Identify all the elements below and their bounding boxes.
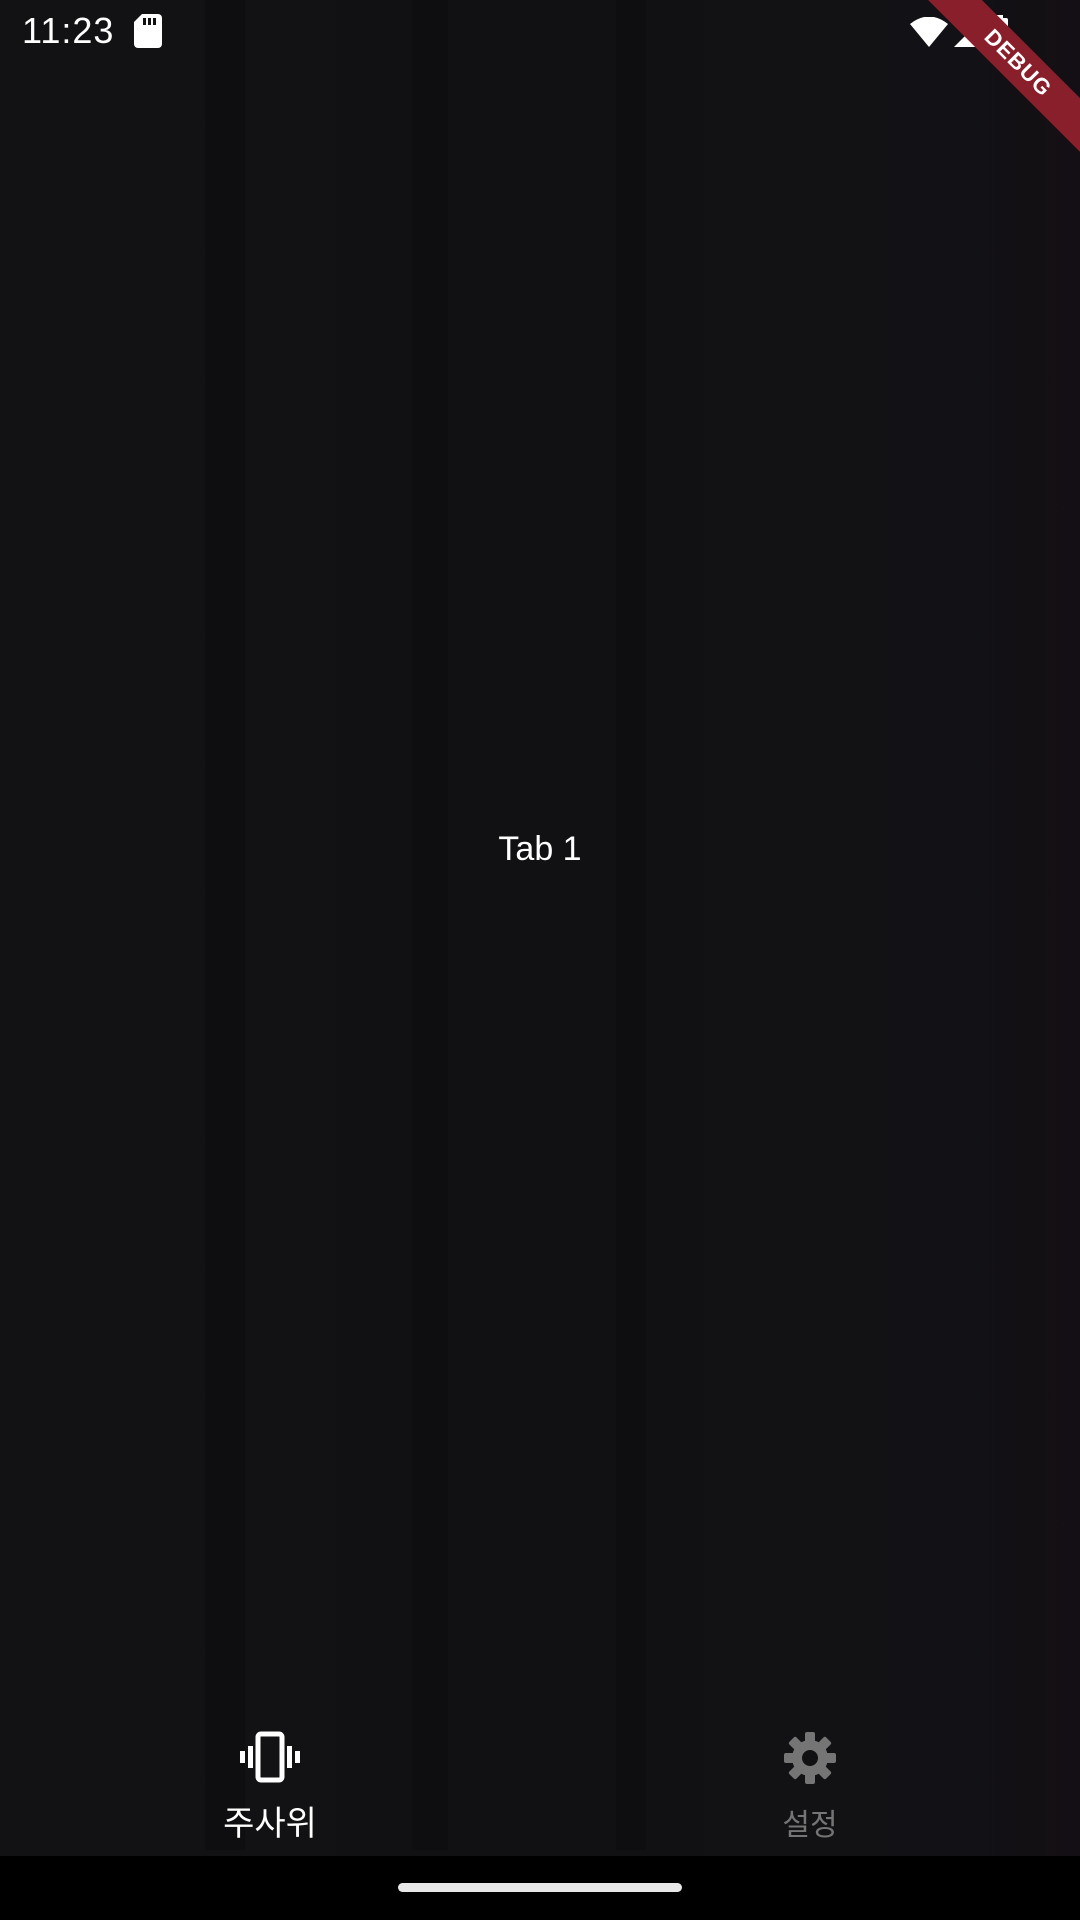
- bottom-navigation-bar: 주사위 설정: [0, 1710, 1080, 1850]
- tab-content-text: Tab 1: [498, 830, 582, 868]
- background-band: [205, 0, 245, 1850]
- nav-item-dice[interactable]: 주사위: [0, 1710, 540, 1850]
- battery-icon: [990, 15, 1008, 49]
- status-bar: 11:23: [0, 0, 1080, 63]
- status-icons: [910, 12, 1008, 52]
- sd-card-icon: [134, 14, 162, 48]
- gear-icon: [784, 1732, 836, 1784]
- status-time: 11:23: [22, 10, 115, 51]
- background-band: [616, 0, 646, 1850]
- nav-label-settings: 설정: [782, 1808, 838, 1843]
- home-gesture-handle[interactable]: [398, 1883, 682, 1892]
- nav-item-settings[interactable]: 설정: [540, 1710, 1080, 1850]
- background-band: [412, 0, 448, 1850]
- wifi-icon: [910, 17, 948, 47]
- cellular-signal-icon: [954, 17, 984, 47]
- nav-label-dice: 주사위: [223, 1804, 317, 1844]
- vibration-phone-icon: [240, 1731, 300, 1783]
- app-screen: 11:23 DEBUG Tab 1 주사위 설정: [0, 0, 1080, 1920]
